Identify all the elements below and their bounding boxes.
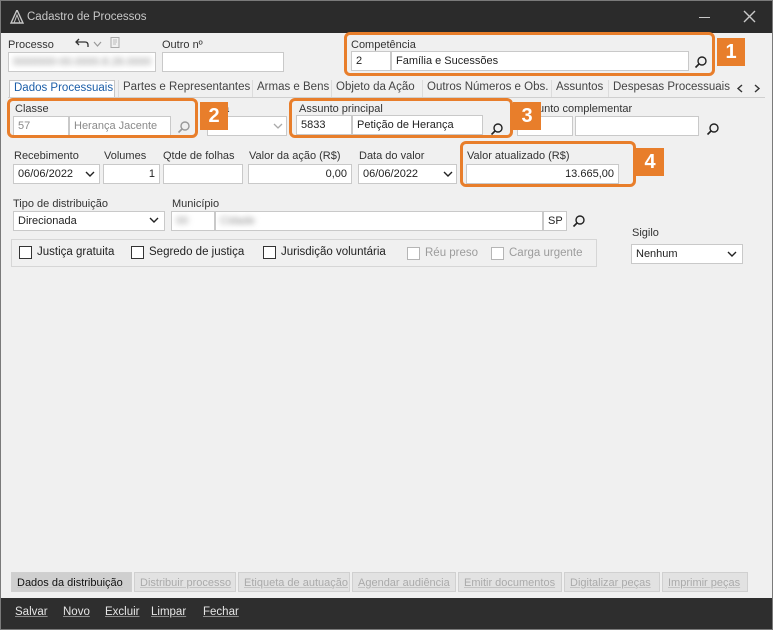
carga-urgente-checkbox[interactable] (491, 247, 504, 260)
folhas-input[interactable] (163, 164, 243, 184)
assunto-complementar-label: unto complementar (538, 103, 633, 115)
distribuicao-value: Direcionada (18, 215, 77, 227)
outro-numero-label: Outro nº (162, 39, 203, 51)
chevron-right-icon[interactable] (753, 84, 761, 93)
document-icon[interactable] (110, 37, 120, 48)
recebimento-label: Recebimento (14, 150, 79, 162)
municipio-code-input[interactable]: 00 (171, 211, 215, 231)
distribuicao-label: Tipo de distribuição (13, 198, 108, 210)
segredo-justica-label: Segredo de justiça (149, 246, 245, 258)
tab-bar: Dados Processuais Partes e Representante… (9, 80, 764, 98)
municipio-name: Cidade (220, 215, 255, 227)
highlight-classe (7, 98, 198, 138)
limpar-button[interactable]: Limpar (151, 606, 186, 618)
chevron-down-icon (443, 171, 453, 177)
search-icon[interactable] (572, 214, 586, 228)
chevron-down-icon (149, 217, 159, 223)
emitir-documentos-button[interactable]: Emitir documentos (458, 572, 562, 592)
municipio-uf: SP (548, 215, 563, 227)
valor-acao-input[interactable]: 0,00 (248, 164, 352, 184)
outro-numero-input[interactable] (162, 52, 284, 72)
data-valor-label: Data do valor (359, 150, 425, 162)
minimize-button[interactable] (687, 5, 723, 29)
tab-armas-bens[interactable]: Armas e Bens (252, 80, 329, 98)
title-bar: Cadastro de Processos (1, 1, 772, 33)
chevron-down-icon (727, 251, 737, 257)
highlight-competencia (344, 32, 715, 76)
segredo-justica-checkbox[interactable] (131, 246, 144, 259)
data-valor-value: 06/06/2022 (363, 168, 419, 180)
chevron-down-icon (273, 123, 283, 129)
valor-acao-value: 0,00 (325, 168, 347, 180)
tab-outros-numeros[interactable]: Outros Números e Obs. (422, 80, 548, 98)
chevron-down-icon[interactable] (93, 41, 102, 47)
annotation-badge: 2 (200, 102, 228, 130)
jurisdicao-voluntaria-label: Jurisdição voluntária (281, 246, 386, 258)
dados-distribuicao-button[interactable]: Dados da distribuição (11, 572, 132, 592)
excluir-button[interactable]: Excluir (105, 606, 140, 618)
window: Cadastro de Processos Processo 0000000-0… (0, 0, 773, 630)
processo-input[interactable]: 0000000-00.0000.8.26.0000 (8, 52, 156, 72)
agendar-audiencia-button[interactable]: Agendar audiência (352, 572, 456, 592)
undo-icon[interactable] (75, 37, 89, 49)
highlight-valor-atualizado (460, 141, 636, 187)
tab-despesas-processuais[interactable]: Despesas Processuais (608, 80, 730, 98)
fechar-button[interactable]: Fechar (203, 606, 239, 618)
window-title: Cadastro de Processos (27, 11, 147, 23)
digitalizar-pecas-button[interactable]: Digitalizar peças (564, 572, 660, 592)
chevron-down-icon (85, 171, 95, 177)
municipio-code: 00 (176, 215, 189, 227)
annotation-badge: 3 (513, 102, 541, 130)
distribuicao-select[interactable]: Direcionada (13, 211, 165, 231)
footer-bar: Salvar Novo Excluir Limpar Fechar (1, 598, 772, 629)
volumes-label: Volumes (104, 150, 147, 162)
assunto-complementar-name-input[interactable] (575, 116, 699, 136)
jurisdicao-voluntaria-checkbox[interactable] (263, 246, 276, 259)
processo-label: Processo (8, 39, 54, 51)
etiqueta-autuacao-button[interactable]: Etiqueta de autuação (238, 572, 350, 592)
search-icon[interactable] (706, 122, 720, 136)
tab-partes-representantes[interactable]: Partes e Representantes (118, 80, 250, 98)
tab-dados-processuais[interactable]: Dados Processuais (9, 80, 115, 98)
folhas-label: Qtde de folhas (163, 150, 235, 162)
reu-preso-label: Réu preso (425, 247, 479, 259)
recebimento-value: 06/06/2022 (18, 168, 74, 180)
salvar-button[interactable]: Salvar (15, 606, 48, 618)
municipio-name-input[interactable]: Cidade (215, 211, 543, 231)
tab-objeto-acao[interactable]: Objeto da Ação (331, 80, 419, 98)
sigilo-label: Sigilo (632, 227, 659, 239)
distribuir-processo-button[interactable]: Distribuir processo (134, 572, 236, 592)
close-icon (743, 10, 756, 23)
annotation-badge: 4 (636, 148, 664, 176)
sigilo-value: Nenhum (636, 248, 678, 260)
justica-gratuita-label: Justiça gratuita (37, 246, 115, 258)
scales-icon (9, 10, 25, 24)
processo-value: 0000000-00.0000.8.26.0000 (13, 56, 152, 68)
chevron-left-icon[interactable] (736, 84, 744, 93)
justica-gratuita-checkbox[interactable] (19, 246, 32, 259)
carga-urgente-label: Carga urgente (509, 247, 583, 259)
municipio-uf-input[interactable]: SP (543, 211, 567, 231)
imprimir-pecas-button[interactable]: Imprimir peças (662, 572, 748, 592)
close-button[interactable] (731, 5, 767, 29)
highlight-assunto (289, 98, 513, 138)
valor-acao-label: Valor da ação (R$) (249, 150, 341, 162)
tab-assuntos[interactable]: Assuntos (551, 80, 605, 98)
municipio-label: Município (172, 198, 220, 210)
novo-button[interactable]: Novo (63, 606, 90, 618)
volumes-value: 1 (148, 168, 155, 180)
annotation-badge: 1 (717, 38, 745, 66)
reu-preso-checkbox[interactable] (407, 247, 420, 260)
volumes-input[interactable]: 1 (103, 164, 160, 184)
